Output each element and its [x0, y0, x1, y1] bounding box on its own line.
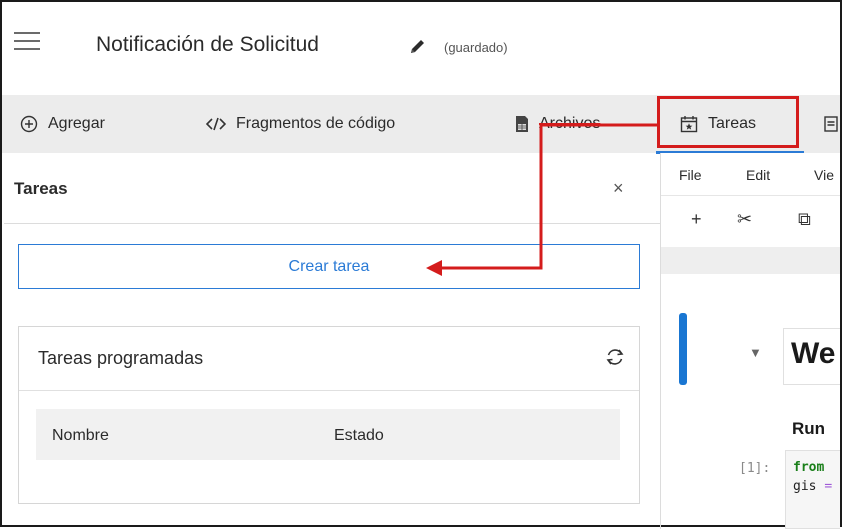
code-snippets-label: Fragmentos de código [236, 115, 396, 132]
annotation-highlight-box [657, 96, 799, 148]
plus-circle-icon [20, 115, 38, 133]
active-cell-indicator [679, 313, 687, 385]
add-cell-icon[interactable]: + [691, 209, 702, 230]
code-icon [206, 117, 226, 131]
column-header-name[interactable]: Nombre [52, 427, 109, 445]
hamburger-menu-icon[interactable] [14, 32, 40, 52]
menu-file[interactable]: File [679, 167, 702, 183]
menu-view[interactable]: Vie [814, 167, 834, 183]
notebook-heading: We [791, 337, 836, 370]
scheduled-tasks-title: Tareas programadas [38, 348, 204, 368]
more-toolbar-button[interactable] [824, 95, 842, 153]
save-status: (guardado) [444, 40, 508, 55]
copy-icon[interactable]: ⧉ [798, 209, 811, 230]
code-line-2: gis = [793, 479, 832, 494]
notebook-gap [661, 247, 840, 274]
code-variable: gis [793, 479, 817, 494]
create-task-button[interactable]: Crear tarea [18, 244, 640, 289]
code-operator: = [824, 479, 833, 494]
notebook-text: Run [792, 419, 826, 438]
cut-icon[interactable]: ✂ [737, 209, 752, 230]
files-button[interactable]: Archivos [515, 95, 600, 153]
file-icon [515, 115, 529, 133]
collapse-caret-icon[interactable]: ▼ [749, 345, 762, 360]
menu-edit[interactable]: Edit [746, 167, 770, 183]
code-snippets-button[interactable]: Fragmentos de código [206, 95, 395, 153]
list-icon [824, 115, 838, 133]
add-button[interactable]: Agregar [20, 95, 105, 153]
cell-prompt: [1]: [739, 461, 771, 476]
close-icon[interactable]: × [613, 178, 624, 199]
column-header-state[interactable]: Estado [334, 427, 384, 445]
add-label: Agregar [48, 115, 105, 132]
refresh-icon[interactable] [604, 346, 626, 368]
notebook-title: Notificación de Solicitud [96, 33, 319, 56]
code-line-1: from [793, 460, 825, 475]
card-divider [19, 390, 639, 391]
files-label: Archivos [539, 115, 601, 132]
table-header-row [36, 409, 620, 460]
panel-divider [4, 223, 660, 224]
pencil-icon[interactable] [408, 36, 428, 56]
panel-title: Tareas [14, 179, 68, 198]
